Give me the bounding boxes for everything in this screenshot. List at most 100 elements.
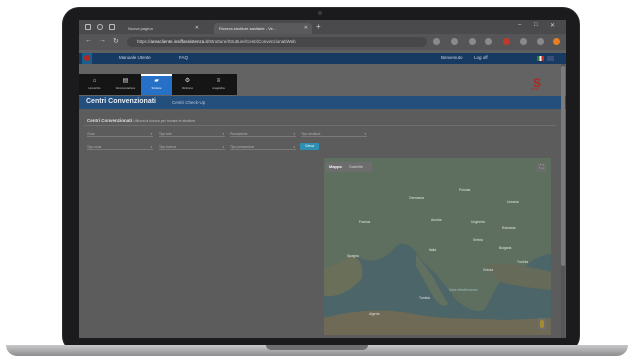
tab-actions-icon[interactable] (109, 24, 115, 30)
favorites-icon[interactable] (485, 38, 492, 45)
map-label: Germania (409, 196, 424, 200)
street-view-icon[interactable] (538, 318, 546, 330)
more-icon[interactable] (537, 38, 544, 45)
map-view[interactable] (324, 158, 551, 335)
extension-icon[interactable] (433, 38, 440, 45)
nav-item-documentazione[interactable]: ▤ Documentazione (110, 74, 141, 95)
map-label: Francia (359, 220, 371, 224)
close-icon[interactable]: ✕ (195, 23, 199, 34)
flag-en-icon[interactable] (547, 56, 554, 61)
chevron-down-icon: ▾ (222, 132, 224, 136)
welcome-text: Benvenuto (441, 55, 463, 60)
map-label: Ungheria (471, 220, 485, 224)
map-label: Spagna (347, 254, 359, 258)
tipo-rete-placeholder: Tipo rete (159, 132, 172, 136)
nav-label: Strutture (151, 87, 162, 90)
section-title: Centri Convenzionati (87, 118, 133, 123)
laptop-base-notch (266, 345, 368, 350)
profile-icon[interactable] (85, 24, 91, 30)
map-label: Grecia (483, 268, 493, 272)
site-header (79, 53, 566, 64)
search-button[interactable]: Cerca (300, 143, 319, 150)
new-tab-button[interactable]: + (316, 22, 321, 31)
map-label: Polonia (459, 188, 471, 192)
logout-link[interactable]: Log off (474, 55, 488, 60)
gear-icon: ⚙ (184, 78, 191, 84)
brand-logo: S INSIFF (531, 76, 542, 91)
nav-item-anagrafica[interactable]: ≡ Anagrafica (203, 74, 234, 95)
folder-icon: ▰ (154, 78, 159, 84)
address-bar[interactable]: https://areacliente.insiffassistenza.it/… (127, 37, 427, 47)
close-icon[interactable]: ✕ (304, 23, 308, 34)
screen: Nuova pagina ✕ Ricerca strutture sanitar… (79, 20, 566, 338)
map-label: Romania (502, 226, 516, 230)
nav-label: Anagrafica (212, 87, 225, 90)
tipo-zona-select[interactable]: Tipo zona ▾ (87, 144, 153, 150)
tipo-struttura-select[interactable]: Tipo struttura ▾ (301, 131, 367, 137)
maximize-button[interactable]: □ (534, 22, 538, 28)
chevron-down-icon: ▾ (293, 132, 295, 136)
close-window-button[interactable]: ✕ (550, 22, 555, 29)
home-icon: ⌂ (92, 78, 97, 84)
nav-item-home[interactable]: ⌂ Home/Info (79, 74, 110, 95)
logo-mark-icon (84, 55, 90, 61)
copilot-icon[interactable] (553, 38, 560, 45)
map-label: Algeria (369, 312, 380, 316)
map-land (324, 158, 551, 335)
chevron-down-icon: ▾ (150, 145, 152, 149)
map-label: Tunisia (419, 296, 430, 300)
map-label: Turchia (517, 260, 529, 264)
flag-it-icon[interactable] (537, 56, 544, 61)
brand-name: INSIFF (531, 88, 539, 91)
url-prefix: https:// (137, 39, 151, 44)
map-label: Bulgaria (499, 246, 512, 250)
faq-link[interactable]: FAQ (179, 55, 188, 60)
zona-select[interactable]: Zona ▾ (87, 131, 153, 137)
forward-icon[interactable]: → (99, 37, 106, 44)
zoom-icon[interactable] (451, 38, 458, 45)
url-host: areacliente.insiffassistenza.it (150, 39, 208, 44)
map-label: Austria (431, 218, 442, 222)
nav-item-strutture[interactable]: ▰ Strutture (141, 74, 172, 95)
nav-label: Documentazione (115, 87, 136, 90)
tipo-prestazione-select[interactable]: Tipo prestazione ▾ (230, 144, 296, 150)
prestazione-placeholder: Prestazione (230, 132, 248, 136)
map-label: Ucraina (507, 200, 519, 204)
chevron-down-icon: ▾ (364, 132, 366, 136)
settings-icon[interactable] (520, 38, 527, 45)
history-icon[interactable] (97, 24, 103, 30)
chevron-down-icon: ▾ (150, 132, 152, 136)
adblock-icon[interactable] (503, 38, 510, 45)
fullscreen-icon[interactable]: ⛶ (537, 163, 546, 172)
tab-label: Ricerca strutture sanitarie - Ve... (219, 26, 277, 31)
back-icon[interactable]: ← (85, 37, 92, 44)
tipo-rete-select[interactable]: Tipo rete ▾ (159, 131, 225, 137)
nav-label: Rimborso (181, 87, 194, 90)
map-tab-mappa[interactable]: Mappa (329, 164, 342, 170)
camera-dot (318, 11, 322, 15)
prestazione-select[interactable]: Prestazione ▾ (230, 131, 296, 137)
tipo-prestazione-placeholder: Tipo prestazione (230, 145, 255, 149)
minimize-button[interactable]: – (518, 22, 521, 28)
scrollbar-thumb[interactable] (561, 66, 565, 266)
tipo-struttura-placeholder: Tipo struttura (301, 132, 321, 136)
map-label: Italia (429, 248, 437, 252)
tipo-zona-placeholder: Tipo zona (87, 145, 102, 149)
tipo-ricerca-select[interactable]: Tipo ricerca ▾ (159, 144, 225, 150)
manual-link[interactable]: Manuale Utente (119, 55, 151, 60)
document-icon: ▤ (122, 78, 129, 84)
reload-icon[interactable]: ↻ (113, 37, 119, 45)
browser-tab-new[interactable]: Nuova pagina ✕ (123, 23, 203, 34)
bookmark-icon[interactable] (469, 38, 476, 45)
url-path: /Strutture/Strutture/CentriConvenzionati… (207, 39, 296, 44)
browser-tab-active[interactable]: Ricerca strutture sanitarie - Ve... ✕ (214, 23, 312, 34)
tab-label: Nuova pagina (128, 26, 153, 31)
chevron-down-icon: ▾ (293, 145, 295, 149)
section-divider (84, 125, 556, 126)
zona-placeholder: Zona (87, 132, 95, 136)
chevron-down-icon: ▾ (222, 145, 224, 149)
nav-item-rimborso[interactable]: ⚙ Rimborso (172, 74, 203, 95)
breadcrumb[interactable]: Centri Check-Up (172, 100, 205, 105)
map-tab-satellite[interactable]: Satellite (349, 164, 363, 170)
section-header: Centri Convenzionati Utilizza la ricerca… (87, 118, 195, 123)
